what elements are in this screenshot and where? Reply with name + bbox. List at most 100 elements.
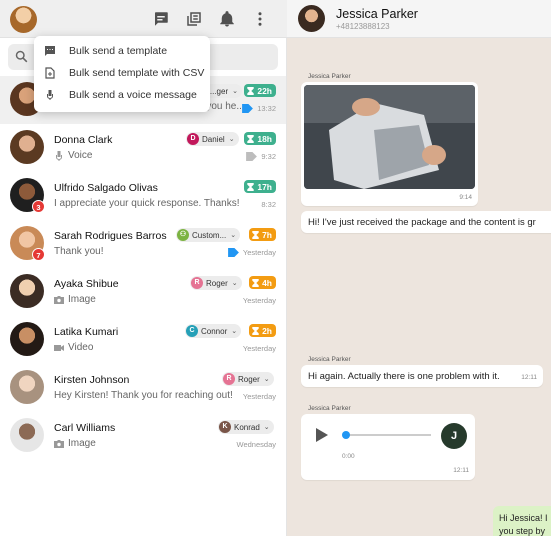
menu-item-bulk-csv[interactable]: Bulk send template with CSV [34, 62, 210, 84]
chevron-down-icon: ⌄ [231, 328, 238, 335]
chevron-down-icon: ⌄ [228, 136, 235, 143]
chat-row[interactable]: Carl Williams Image K Konrad ⌄ Wednesday [0, 412, 286, 460]
menu-item-label: Bulk send a template [69, 45, 168, 57]
text-message[interactable]: Hi again. Actually there is one problem … [301, 365, 543, 387]
message-photo[interactable] [304, 85, 475, 189]
tag-icon [242, 104, 254, 113]
hourglass-icon [247, 182, 255, 191]
time-text: 13:32 [257, 104, 276, 113]
chat-icon[interactable] [152, 10, 170, 28]
chat-row[interactable]: 3 Ulfrido Salgado Olivas I appreciate yo… [0, 172, 286, 220]
chat-list-toolbar [0, 0, 287, 38]
avatar [10, 274, 44, 308]
chat-timestamp: Wednesday [237, 440, 276, 449]
message-time: 12:11 [521, 374, 537, 381]
preview-text: Hey Kirsten! Thank you for reaching out! [54, 390, 233, 401]
chat-timestamp: Yesterday [243, 296, 276, 305]
microphone-icon [56, 150, 62, 161]
avatar [10, 418, 44, 452]
message-sender: Jessica Parker [308, 405, 351, 412]
chat-timestamp: 8:32 [261, 200, 276, 209]
play-icon[interactable] [316, 428, 328, 442]
image-message[interactable]: 9:14 [301, 82, 478, 206]
timer-badge: 7h [249, 228, 276, 241]
contact-name: Donna Clark [54, 134, 113, 146]
hourglass-icon [247, 134, 255, 143]
agent-name: Connor [201, 326, 228, 336]
chat-timestamp: Yesterday [228, 248, 276, 257]
contact-phone: +48123888123 [336, 22, 390, 31]
microphone-icon [47, 90, 53, 100]
agent-badge[interactable]: D Daniel ⌄ [186, 132, 239, 146]
chat-row[interactable]: Ayaka Shibue Image R Roger ⌄ 4h Yesterday [0, 268, 286, 316]
user-avatar[interactable] [10, 6, 37, 33]
audio-duration: 0:00 [342, 453, 355, 460]
message-time: 12:11 [453, 467, 469, 474]
voice-sender-avatar: J [441, 423, 467, 449]
agent-initial: R [191, 277, 203, 289]
time-text: Yesterday [242, 296, 276, 305]
hourglass-icon [252, 230, 259, 239]
message-text: Hi! I've just received the package and t… [308, 217, 536, 228]
agent-badge[interactable]: R Roger ⌄ [190, 276, 242, 290]
timer-badge: 22h [244, 84, 276, 97]
chat-row[interactable]: Latika Kumari Video C Connor ⌄ 2h Yesterda… [0, 316, 286, 364]
audio-progress-track[interactable] [347, 434, 431, 436]
audio-scrubber[interactable] [342, 431, 350, 439]
chat-preview: Image [54, 438, 96, 449]
time-text: Yesterday [242, 392, 276, 401]
photo-image [304, 85, 475, 189]
message-text: Hi again. Actually there is one problem … [308, 371, 500, 382]
menu-item-bulk-voice[interactable]: Bulk send a voice message [34, 84, 210, 106]
contact-avatar[interactable] [298, 5, 325, 32]
avatar [10, 130, 44, 164]
chat-timestamp: 13:32 [242, 104, 276, 113]
agent-initial: D [187, 133, 199, 145]
agent-initial: K [219, 421, 231, 433]
conversation-header: Jessica Parker +48123888123 [287, 0, 551, 38]
time-text: 8:32 [261, 200, 276, 209]
chat-row[interactable]: 7 Sarah Rodrigues Barros Thank you! ⚇ Cus… [0, 220, 286, 268]
video-icon [54, 344, 64, 351]
bell-icon[interactable] [218, 10, 236, 28]
timer-text: 2h [262, 325, 272, 336]
menu-item-bulk-template[interactable]: Bulk send a template [34, 40, 210, 62]
text-message[interactable]: Hi! I've just received the package and t… [301, 211, 551, 233]
timer-badge: 2h [249, 324, 276, 337]
timer-text: 4h [262, 277, 272, 288]
camera-icon [54, 295, 64, 304]
agent-badge[interactable]: K Konrad ⌄ [218, 420, 274, 434]
chat-timestamp: Yesterday [243, 392, 276, 401]
chat-timestamp: Yesterday [243, 344, 276, 353]
outgoing-message[interactable]: Hi Jessica! I you step by [493, 506, 551, 536]
agent-badge[interactable]: C Connor ⌄ [185, 324, 242, 338]
hourglass-icon [252, 278, 259, 287]
bulk-send-icon[interactable] [185, 10, 203, 28]
timer-text: 17h [257, 181, 272, 192]
chat-row[interactable]: Kirsten Johnson Hey Kirsten! Thank you f… [0, 364, 286, 412]
chat-timestamp: 9:32 [246, 152, 276, 161]
voice-message[interactable]: 0:00 J 12:11 [301, 414, 475, 480]
agent-name: Roger [238, 374, 260, 384]
preview-text: Image [68, 294, 96, 305]
chevron-down-icon: ⌄ [232, 88, 238, 95]
preview-text: Thank you! [54, 246, 104, 257]
preview-text: I appreciate your quick response. Thanks… [54, 198, 240, 209]
agent-name: ...ger [209, 86, 229, 96]
agent-initial: R [223, 373, 235, 385]
agent-name: Custom... [192, 230, 227, 240]
chat-preview: Thank you! [54, 246, 103, 257]
unread-badge: 7 [32, 248, 45, 261]
agent-badge[interactable]: ⚇ Custom... ⌄ [176, 228, 241, 242]
csv-file-icon [45, 67, 55, 79]
more-vertical-icon[interactable] [251, 10, 269, 28]
timer-text: 22h [257, 85, 272, 96]
chat-preview: I appreciate your quick response. Thanks… [54, 198, 239, 209]
timer-badge: 17h [244, 180, 276, 193]
preview-text: Voice [68, 150, 93, 161]
agent-badge[interactable]: R Roger ⌄ [222, 372, 274, 386]
chat-list-panel: ...ger ⌄ 22h ...you he... 13:32 Donna Cla… [0, 0, 287, 536]
chat-row[interactable]: Donna Clark Voice D Daniel ⌄ 18h 9:32 [0, 124, 286, 172]
contact-name: Ayaka Shibue [54, 278, 119, 290]
contact-name[interactable]: Jessica Parker [336, 7, 418, 21]
